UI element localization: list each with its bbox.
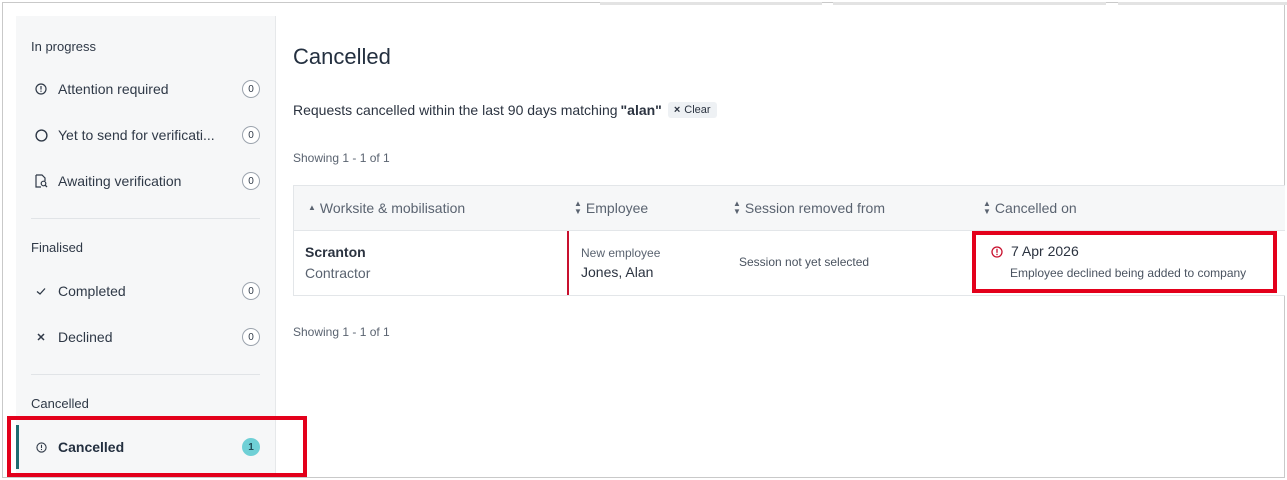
filter-text: Requests cancelled within the last 90 da… (293, 102, 618, 118)
sort-ascending-icon: ▲ (308, 203, 316, 212)
section-label-cancelled: Cancelled (31, 396, 89, 411)
sidebar-item-label: Cancelled (58, 439, 125, 455)
worksite-name: Scranton (305, 244, 366, 260)
count-badge: 1 (242, 438, 260, 456)
employee-type: New employee (581, 246, 661, 260)
count-badge: 0 (242, 126, 260, 144)
count-badge: 0 (242, 80, 260, 98)
filter-summary: Requests cancelled within the last 90 da… (293, 102, 717, 118)
pagination-summary-bottom: Showing 1 - 1 of 1 (293, 325, 390, 339)
filter-term: "alan" (620, 102, 662, 118)
sidebar-item-label: Declined (58, 329, 113, 345)
sort-icon: ▲ ▼ (983, 199, 991, 216)
sidebar-item-label: Attention required (58, 81, 169, 97)
close-icon: × (673, 104, 681, 116)
count-badge: 0 (242, 328, 260, 346)
sidebar: In progress Attention required 0 Yet to … (16, 16, 276, 474)
column-header-cancelled-on[interactable]: ▲ ▼ Cancelled on (983, 199, 1077, 217)
sidebar-item-label: Completed (58, 283, 126, 299)
info-circle-icon (34, 440, 48, 454)
column-header-employee[interactable]: ▲ ▼ Employee (574, 199, 648, 217)
top-edge-decoration (0, 2, 1287, 6)
divider (31, 218, 260, 219)
cancelled-date: 7 Apr 2026 (991, 243, 1079, 259)
results-table: ▲ Worksite & mobilisation ▲ ▼ Employee ▲ ▼… (293, 185, 1285, 296)
section-label-finalised: Finalised (31, 240, 84, 255)
alert-circle-icon (991, 245, 1003, 258)
status-indicator-bar (567, 231, 569, 295)
info-circle-icon (34, 82, 48, 96)
clear-label: Clear (684, 104, 711, 116)
sidebar-item-attention-required[interactable]: Attention required 0 (16, 72, 276, 106)
section-label-in-progress: In progress (31, 39, 97, 54)
table-row[interactable]: Scranton Contractor New employee Jones, … (294, 231, 1285, 295)
cancel-reason: Employee declined being added to company (1010, 266, 1247, 280)
divider (31, 374, 260, 375)
column-header-session[interactable]: ▲ ▼ Session removed from (733, 199, 885, 217)
mobilisation-type: Contractor (305, 265, 371, 281)
sort-icon: ▲ ▼ (733, 199, 741, 216)
sidebar-item-completed[interactable]: Completed 0 (16, 274, 276, 308)
sort-icon: ▲ ▼ (574, 199, 582, 216)
document-search-icon (34, 174, 48, 188)
sidebar-item-label: Awaiting verification (58, 173, 182, 189)
x-icon (34, 330, 48, 344)
table-header: ▲ Worksite & mobilisation ▲ ▼ Employee ▲ ▼… (294, 186, 1285, 231)
empty-circle-icon (34, 128, 48, 142)
session-removed-from: Session not yet selected (739, 255, 870, 269)
sidebar-item-label: Yet to send for verificati... (58, 127, 215, 143)
check-icon (34, 284, 48, 298)
sidebar-item-yet-to-send[interactable]: Yet to send for verificati... 0 (16, 118, 276, 152)
pagination-summary-top: Showing 1 - 1 of 1 (293, 151, 390, 165)
active-indicator (16, 425, 19, 469)
sidebar-item-awaiting-verification[interactable]: Awaiting verification 0 (16, 164, 276, 198)
page-title: Cancelled (293, 44, 391, 69)
count-badge: 0 (242, 282, 260, 300)
count-badge: 0 (242, 172, 260, 190)
clear-filter-button[interactable]: × Clear (667, 102, 717, 118)
column-header-worksite[interactable]: ▲ Worksite & mobilisation (308, 200, 465, 216)
employee-name: Jones, Alan (581, 264, 654, 280)
sidebar-item-cancelled[interactable]: Cancelled 1 (16, 425, 276, 469)
main-content: Cancelled Requests cancelled within the … (293, 16, 1285, 474)
sidebar-item-declined[interactable]: Declined 0 (16, 320, 276, 354)
